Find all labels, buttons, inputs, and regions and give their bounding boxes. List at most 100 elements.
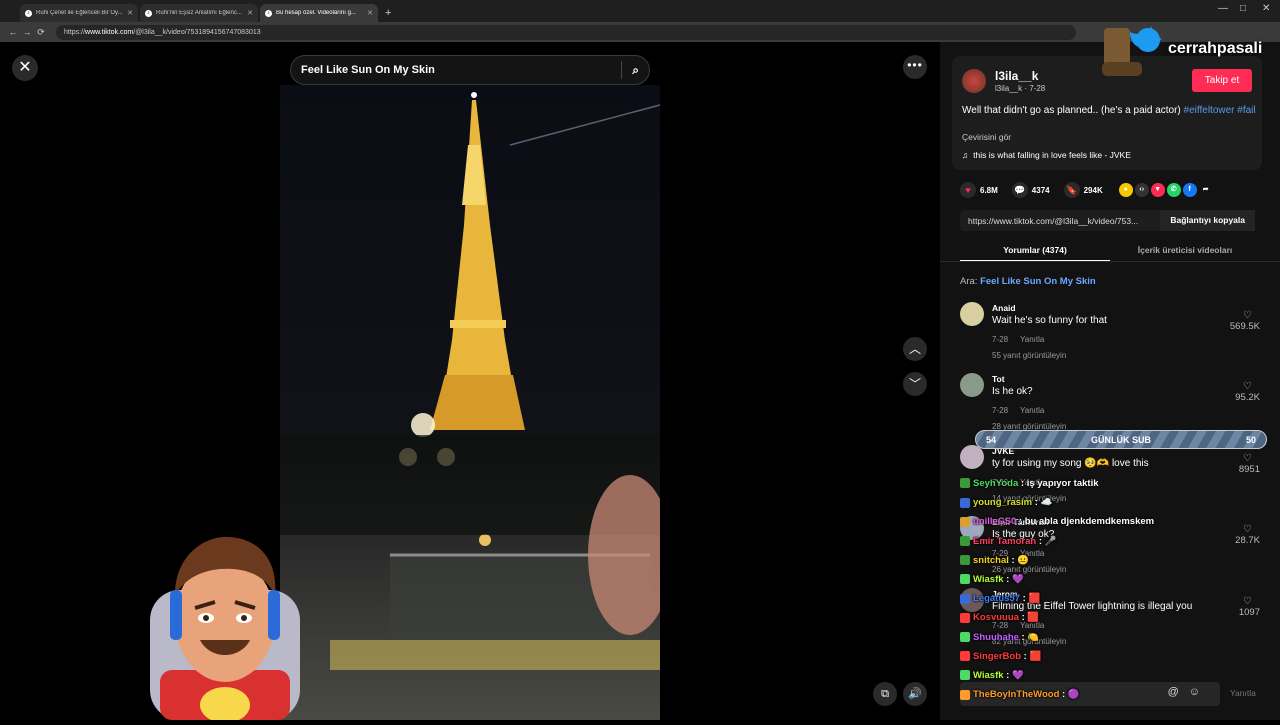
forward-icon[interactable]: →	[20, 27, 34, 37]
picture-in-picture-icon[interactable]: ⧉	[873, 682, 897, 706]
comment-icon[interactable]: 💬	[1011, 182, 1028, 198]
chat-badge-icon	[960, 574, 970, 585]
translate-link[interactable]: Çevirisini gör	[962, 132, 1011, 142]
related-query[interactable]: Feel Like Sun On My Skin	[980, 276, 1096, 287]
stats-row: ♥ 6.8M 💬 4374 🔖 294K ● ‹› ▼ ✆ f ➦	[960, 180, 1260, 200]
chat-username: Wiasfk	[973, 574, 1004, 585]
new-tab-icon[interactable]: +	[385, 4, 391, 22]
chat-badge-icon	[960, 555, 970, 566]
link-copy-row: https://www.tiktok.com/@l3ila__k/video/7…	[960, 210, 1255, 231]
close-tab-icon[interactable]: ✕	[127, 9, 133, 17]
copy-link-button[interactable]: Bağlantıyı kopyala	[1160, 210, 1255, 231]
chat-separator: :	[1032, 497, 1041, 509]
commenter-name[interactable]: Tot	[992, 374, 1005, 384]
likes-count: 6.8M	[980, 185, 998, 195]
comment-meta: 7-28 Yanıtla	[992, 335, 1044, 344]
search-query[interactable]: Feel Like Sun On My Skin	[301, 64, 621, 76]
url-field[interactable]: https://www.tiktok.com/@l3ila__k/video/7…	[56, 24, 1076, 40]
close-video-button[interactable]: ✕	[12, 55, 38, 81]
search-divider	[621, 61, 623, 79]
bookmark-icon[interactable]: 🔖	[1063, 182, 1080, 198]
tab-creator-videos[interactable]: İçerik üreticisi videoları	[1110, 238, 1260, 262]
chat-separator: :	[1059, 689, 1068, 701]
url-prefix: https://	[64, 28, 86, 36]
video-description: Well that didn't go as planned.. (he's a…	[962, 104, 1257, 117]
volume-icon[interactable]: 🔊	[903, 682, 927, 706]
chat-separator: :	[1036, 535, 1045, 547]
author-username[interactable]: l3ila__k	[995, 69, 1038, 83]
browser-tab[interactable]: ♪ Ruhi'nin Eşsiz Anlatımı Eğlenc... ✕	[140, 4, 258, 22]
video-link[interactable]: https://www.tiktok.com/@l3ila__k/video/7…	[960, 216, 1160, 226]
saves-count: 294K	[1083, 185, 1103, 195]
back-icon[interactable]: ←	[6, 27, 20, 37]
comment-text: Wait he's so funny for that	[992, 315, 1107, 326]
browser-tab-active[interactable]: ♪ Bu hesap özel. Videolarını g... ✕	[260, 4, 378, 22]
sub-goal: 50	[1245, 434, 1256, 445]
hashtags[interactable]: #eiffeltower #fail	[1184, 105, 1256, 116]
chat-message: Wiasfk : 💜	[960, 574, 1024, 585]
send-icon[interactable]: ▼	[1150, 183, 1165, 197]
browser-tab-bar: ♪ Ruhi Çenet ile Eğlenceli Bir Oy... ✕ ♪ Ru…	[0, 0, 1280, 22]
whatsapp-icon[interactable]: ✆	[1166, 183, 1181, 197]
chat-username: Emir Tamoran	[973, 535, 1037, 547]
music-line[interactable]: ♫ this is what falling in love feels lik…	[962, 150, 1131, 160]
comment-item: Anaid Wait he's so funny for that 7-28 Ya…	[960, 302, 1260, 362]
chat-badge-icon	[960, 516, 970, 527]
view-replies-button[interactable]: 55 yanıt görüntüleyin	[992, 351, 1066, 360]
search-icon[interactable]: ⌕	[632, 63, 639, 78]
chat-message: SingerBob : 🟥	[960, 651, 1041, 662]
commenter-avatar[interactable]	[960, 302, 984, 326]
chat-message: Wiasfk : 💜	[960, 670, 1024, 681]
streamer-avatar-overlay	[140, 520, 310, 723]
chat-badge-icon	[960, 632, 970, 643]
chat-message: Shuuhahe : 🍋	[960, 632, 1039, 643]
commenter-name[interactable]: Anaid	[992, 303, 1016, 313]
reload-icon[interactable]: ⟳	[34, 27, 48, 38]
author-info: l3ila__k · 7-28	[995, 84, 1046, 93]
related-search[interactable]: Ara: Feel Like Sun On My Skin	[960, 276, 1096, 287]
twitter-handle: cerrahpasali	[1168, 40, 1263, 57]
close-tab-icon[interactable]: ✕	[247, 9, 253, 17]
heart-icon[interactable]: ♥	[960, 182, 976, 198]
author-avatar[interactable]	[962, 69, 986, 93]
chat-text: bu abla djenkdemdkemskem	[1024, 516, 1155, 528]
share-icon[interactable]: ●	[1118, 183, 1133, 197]
chat-badge-icon	[960, 612, 970, 623]
chat-text: ☁️	[1040, 497, 1053, 509]
comment-like-count: 569.5K	[1229, 321, 1260, 332]
chat-username: snitchal	[973, 554, 1009, 566]
chat-badge-icon	[960, 593, 970, 604]
comment-like-count: 1097	[1238, 607, 1260, 618]
chat-message: SeyhYoda : iş yapıyor taktik	[960, 478, 1099, 489]
chat-badge-icon	[960, 497, 970, 508]
sub-current: 54	[986, 434, 997, 445]
minimize-icon[interactable]: —	[1218, 3, 1228, 14]
url-host: www.tiktok.com	[85, 28, 134, 36]
video-player[interactable]	[280, 85, 660, 720]
embed-icon[interactable]: ‹›	[1134, 183, 1149, 197]
address-bar: ← → ⟳ https://www.tiktok.com/@l3ila__k/v…	[0, 22, 1280, 42]
more-options-button[interactable]: •••	[903, 55, 927, 79]
previous-video-button[interactable]: ︿	[903, 337, 927, 361]
close-window-icon[interactable]: ✕	[1262, 3, 1270, 14]
browser-tab[interactable]: ♪ Ruhi Çenet ile Eğlenceli Bir Oy... ✕	[20, 4, 138, 22]
commenter-avatar[interactable]	[960, 373, 984, 397]
next-video-button[interactable]: ﹀	[903, 372, 927, 396]
close-tab-icon[interactable]: ✕	[367, 9, 373, 17]
reply-button[interactable]: Yanıtla	[1020, 335, 1044, 344]
comment-like[interactable]: ♡ 95.2K	[1220, 381, 1260, 403]
comment-like[interactable]: ♡ 569.5K	[1220, 310, 1260, 332]
url-path: /@l3ila__k/video/7531894156747083013	[133, 28, 261, 36]
chat-text: 🟣	[1067, 689, 1080, 701]
video-search-bar[interactable]: Feel Like Sun On My Skin ⌕	[290, 55, 650, 85]
chat-badge-icon	[960, 536, 970, 547]
heart-outline-icon[interactable]: ♡	[1220, 310, 1252, 321]
tab-comments[interactable]: Yorumlar (4374)	[960, 238, 1110, 262]
heart-outline-icon[interactable]: ♡	[1220, 381, 1252, 392]
daily-sub-goal-bar: 54 GÜNLÜK SUB 50	[975, 430, 1267, 449]
facebook-icon[interactable]: f	[1182, 183, 1197, 197]
reply-button[interactable]: Yanıtla	[1020, 406, 1044, 415]
forward-share-icon[interactable]: ➦	[1199, 183, 1213, 197]
chat-badge-icon	[960, 478, 970, 489]
maximize-icon[interactable]: □	[1240, 3, 1246, 14]
